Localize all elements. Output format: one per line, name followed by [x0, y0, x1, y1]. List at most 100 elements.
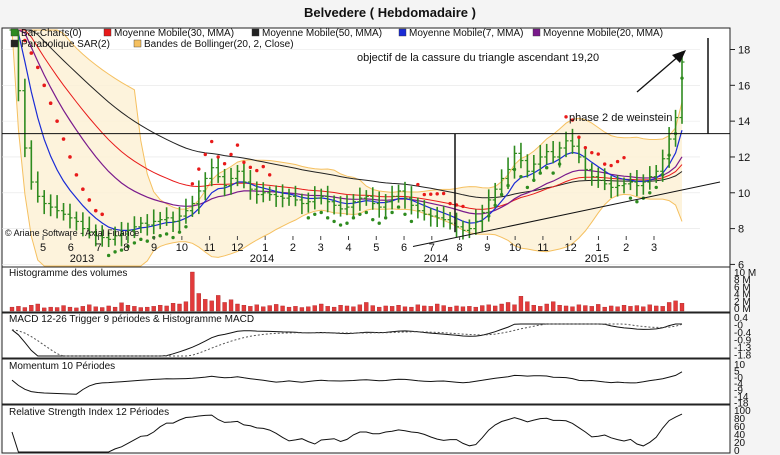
- volume-bar: [306, 306, 311, 312]
- sar-point: [583, 145, 588, 150]
- chart-title: Belvedere ( Hebdomadaire ): [304, 5, 476, 20]
- momentum-title: Momentum 10 Périodes: [9, 361, 115, 372]
- volume-bar: [428, 306, 433, 312]
- year-label: 2015: [585, 253, 609, 265]
- legend-entry: Bandes de Bollinger(20, 2, Close): [133, 39, 294, 50]
- volume-bar: [209, 300, 214, 312]
- sar-point: [648, 191, 652, 195]
- volume-bar: [319, 303, 324, 312]
- sar-point: [81, 187, 85, 191]
- volume-bar: [512, 304, 517, 312]
- volume-bar: [583, 305, 588, 312]
- sar-point: [364, 210, 369, 215]
- volume-bar: [254, 304, 259, 312]
- legend-label: Bandes de Bollinger(20, 2, Close): [144, 39, 294, 50]
- sar-point: [635, 200, 639, 204]
- volume-bar: [286, 306, 292, 312]
- volume-bar: [145, 306, 150, 312]
- sar-point: [338, 223, 343, 227]
- month-label: 7: [95, 242, 101, 254]
- volume-bar: [16, 306, 21, 312]
- sar-point: [680, 76, 684, 80]
- sar-point: [261, 164, 265, 169]
- legend-label: Parabolique SAR(2): [21, 39, 110, 50]
- sar-point: [358, 212, 362, 216]
- volume-bar: [499, 303, 504, 312]
- legend-entry: Moyenne Mobile(50, MMA): [251, 28, 382, 39]
- legend-swatch: [251, 28, 260, 37]
- price-axis: 681012141618: [730, 44, 750, 271]
- sar-point: [525, 185, 530, 190]
- legend-swatch: [133, 39, 142, 48]
- volume-bar: [61, 305, 66, 312]
- sar-point: [255, 168, 259, 173]
- sar-point: [106, 253, 111, 258]
- volume-bar: [112, 306, 118, 312]
- sar-point: [35, 65, 40, 70]
- sar-point: [403, 212, 407, 216]
- legend-entry: Bar-Charts(0): [10, 28, 82, 39]
- volume-bar: [177, 303, 182, 312]
- volume-bar: [505, 302, 511, 312]
- rsi-axis: 100806040200: [734, 406, 751, 455]
- volume-bar: [312, 305, 317, 312]
- volume-bar: [364, 302, 369, 312]
- sar-point: [512, 167, 517, 172]
- sar-point: [429, 192, 433, 196]
- volume-bar: [158, 304, 163, 312]
- sar-point: [409, 219, 414, 224]
- volume-bar: [596, 304, 601, 312]
- volume-bar: [383, 305, 388, 312]
- sar-point: [164, 232, 169, 236]
- volume-bar: [415, 304, 421, 312]
- year-label: 2014: [424, 253, 448, 265]
- sar-point: [87, 198, 92, 202]
- phase-annotation: phase 2 de weinstein: [569, 112, 672, 124]
- volume-bar: [344, 305, 350, 312]
- sar-point: [210, 139, 214, 144]
- sar-point: [55, 119, 59, 123]
- volume-bar: [42, 307, 47, 312]
- sar-point: [61, 137, 66, 141]
- volume-bar: [396, 304, 401, 312]
- volume-bar: [119, 302, 124, 312]
- volume-bar: [602, 306, 607, 312]
- volume-bar: [518, 296, 524, 312]
- legend-swatch: [398, 28, 407, 37]
- volume-bar: [628, 306, 633, 312]
- volume-bar: [608, 305, 614, 312]
- sar-point: [222, 162, 227, 166]
- sar-point: [42, 83, 47, 88]
- volume-bar: [235, 303, 240, 312]
- volume-bar: [106, 305, 111, 312]
- price-tick-label: 8: [738, 224, 744, 236]
- volume-axis: 10 M8 M6 M4 M2 M0 M: [734, 268, 756, 315]
- sar-point: [519, 174, 523, 179]
- sar-point: [667, 153, 671, 157]
- sar-point: [545, 166, 549, 170]
- year-label: 2014: [250, 253, 274, 265]
- sar-point: [577, 135, 581, 139]
- sar-point: [242, 160, 246, 165]
- sar-point: [628, 196, 633, 200]
- volume-bar: [660, 306, 665, 312]
- volume-bar: [273, 304, 279, 312]
- sar-point: [100, 212, 104, 217]
- volume-bar: [338, 304, 343, 312]
- volume-bar: [280, 305, 285, 312]
- volume-bar: [570, 306, 575, 312]
- sar-point: [68, 155, 72, 159]
- sar-point: [197, 167, 201, 171]
- sar-point: [93, 208, 98, 213]
- month-label: 5: [373, 242, 379, 254]
- volume-bar: [54, 307, 60, 312]
- rsi-tick-label: 0: [734, 446, 740, 455]
- legend-swatch: [532, 28, 541, 37]
- month-label: 12: [231, 242, 243, 254]
- sar-point: [615, 159, 620, 164]
- volume-bar: [551, 301, 556, 312]
- volume-bar: [563, 305, 569, 312]
- sar-point: [351, 216, 356, 220]
- volume-bar: [190, 271, 195, 312]
- sar-point: [654, 185, 658, 190]
